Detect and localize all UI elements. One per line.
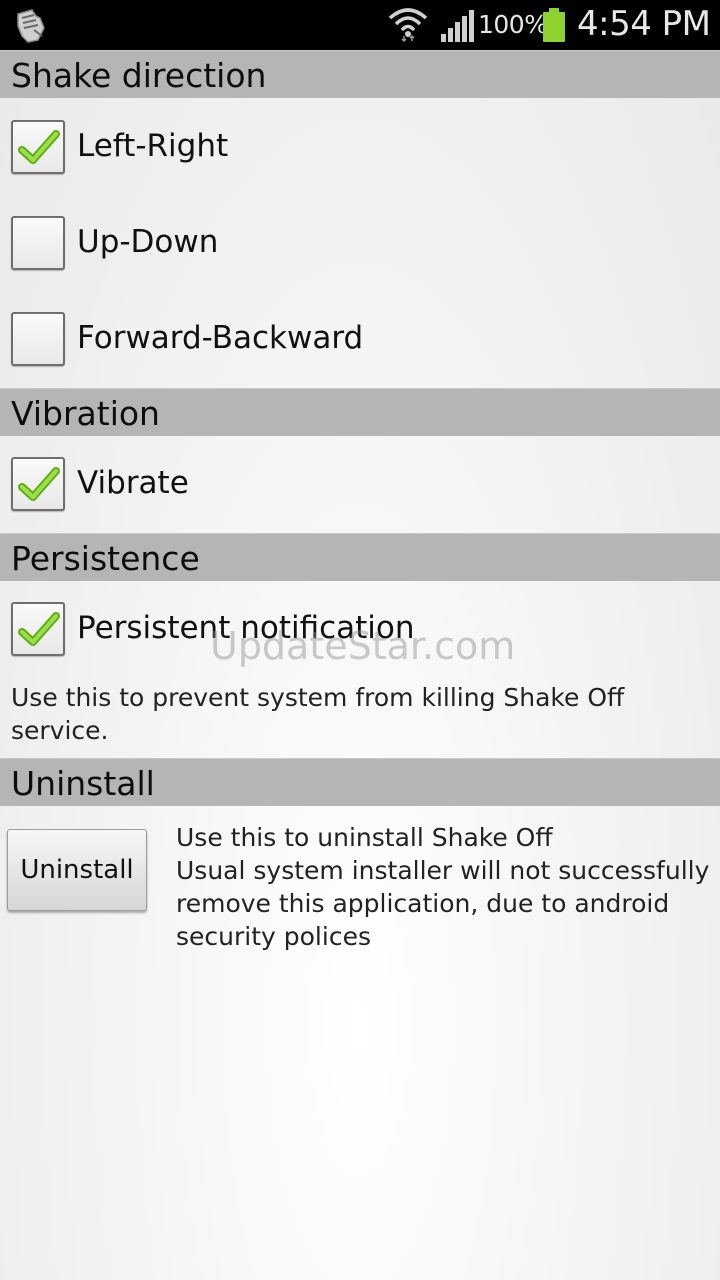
uninstall-description-line: Usual system installer will not successf…: [176, 856, 710, 885]
section-header-uninstall: Uninstall: [0, 758, 720, 806]
section-title: Uninstall: [11, 764, 155, 803]
section-title: Vibration: [11, 394, 160, 433]
status-bar: 100% 4:54 PM: [0, 0, 720, 50]
uninstall-button[interactable]: Uninstall: [7, 829, 147, 911]
uninstall-description: Use this to uninstall Shake Off Usual sy…: [176, 821, 716, 953]
checkmark-icon: [18, 130, 60, 164]
uninstall-description-line: remove this application, due to android: [176, 889, 670, 918]
option-vibrate[interactable]: Vibrate: [0, 437, 720, 533]
checkmark-icon: [18, 612, 60, 646]
section-header-vibration: Vibration: [0, 388, 720, 436]
battery-icon: [543, 8, 565, 42]
signal-icon: [441, 10, 474, 42]
option-left-right[interactable]: Left-Right: [0, 100, 720, 196]
checkbox-vibrate[interactable]: [11, 457, 65, 511]
option-label: Forward-Backward: [77, 320, 364, 356]
option-label: Left-Right: [77, 128, 229, 164]
option-persistent-notification[interactable]: Persistent notification: [0, 582, 720, 678]
uninstall-description-line: security polices: [176, 922, 371, 951]
option-up-down[interactable]: Up-Down: [0, 196, 720, 292]
section-title: Shake direction: [11, 56, 267, 95]
persistence-description: Use this to prevent system from killing …: [11, 683, 625, 745]
option-forward-backward[interactable]: Forward-Backward: [0, 292, 720, 388]
wifi-icon: [388, 8, 428, 42]
option-label: Up-Down: [77, 224, 219, 260]
checkbox-forward-backward[interactable]: [11, 312, 65, 366]
section-header-shake-direction: Shake direction: [0, 50, 720, 98]
option-label: Vibrate: [77, 465, 189, 501]
app-notification-icon: [17, 9, 45, 43]
checkbox-left-right[interactable]: [11, 120, 65, 174]
section-title: Persistence: [11, 539, 200, 578]
battery-percent: 100%: [478, 10, 548, 39]
section-header-persistence: Persistence: [0, 533, 720, 581]
checkbox-up-down[interactable]: [11, 216, 65, 270]
checkmark-icon: [18, 467, 60, 501]
checkbox-persistent-notification[interactable]: [11, 602, 65, 656]
option-label: Persistent notification: [77, 610, 415, 646]
uninstall-description-line: Use this to uninstall Shake Off: [176, 823, 553, 852]
clock: 4:54 PM: [577, 4, 711, 44]
